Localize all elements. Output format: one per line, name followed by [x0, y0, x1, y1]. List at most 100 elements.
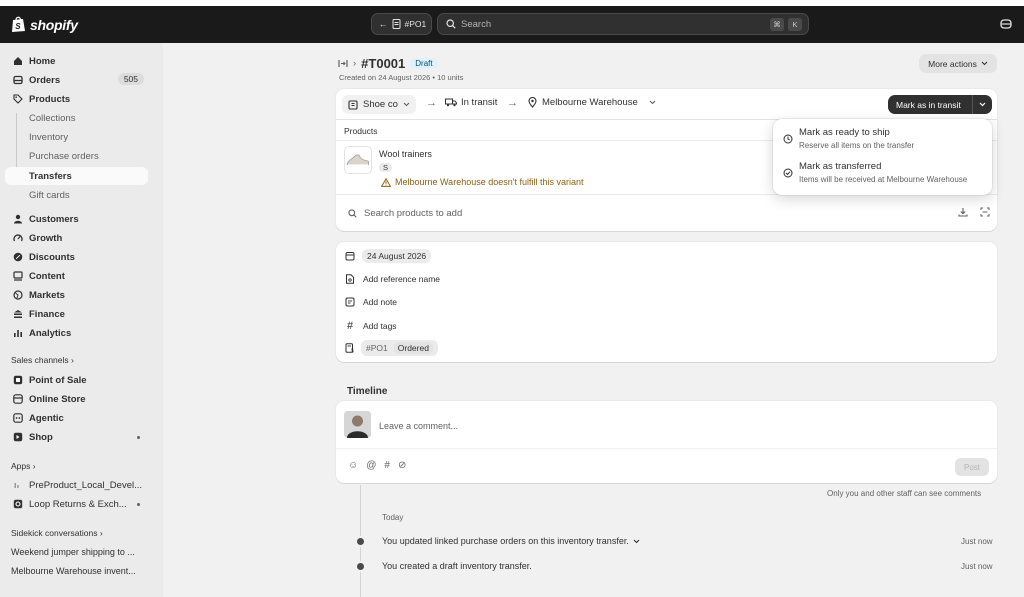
sidebar-item-discounts[interactable]: Discounts	[5, 248, 148, 266]
check-circle-icon	[783, 168, 793, 178]
sidebar-item-content[interactable]: Content	[5, 267, 148, 285]
sidebar-item-label: Shop	[29, 431, 53, 443]
origin-select[interactable]: Shoe co	[342, 95, 416, 114]
sidebar-item-home[interactable]: Home	[5, 52, 148, 70]
chevron-right-icon: ›	[99, 528, 103, 538]
breadcrumb-separator: ›	[353, 58, 357, 69]
sidekick-conversation[interactable]: Weekend jumper shipping to ...	[11, 547, 135, 557]
status-dot	[137, 503, 140, 506]
document-icon	[392, 19, 400, 29]
truck-icon	[445, 98, 457, 107]
timeline-heading: Timeline	[347, 386, 388, 397]
sidebar-item-markets[interactable]: Markets	[5, 286, 148, 304]
transfer-icon	[338, 60, 348, 67]
timeline-day: Today	[382, 513, 404, 522]
transfer-date-field[interactable]: 24 August 2026	[345, 249, 432, 263]
menu-item-title: Mark as transferred	[799, 161, 882, 172]
sidebar-subitem-inventory[interactable]: Inventory	[5, 128, 148, 146]
search-products-input[interactable]: Search products to add	[348, 208, 462, 219]
sidebar-item-agentic[interactable]: Agentic	[5, 409, 148, 427]
po-number: #PO1	[366, 343, 388, 353]
primary-action-menu-toggle[interactable]	[972, 95, 992, 114]
search-products-placeholder: Search products to add	[364, 208, 463, 219]
loop-app-icon	[12, 498, 24, 510]
post-button[interactable]: Post	[955, 458, 989, 476]
sidebar-item-customers[interactable]: Customers	[5, 210, 148, 228]
emoji-icon[interactable]: ☺	[348, 460, 358, 471]
transfer-route-bar: Shoe co → In transit → Melbourne Warehou…	[336, 89, 997, 120]
destination-select[interactable]: Melbourne Warehouse	[528, 97, 656, 108]
calendar-icon	[345, 252, 355, 261]
menu-item-mark-ready-to-ship[interactable]: Mark as ready to ship Reserve all items …	[783, 127, 988, 150]
shortcut-key-cmd: ⌘	[770, 18, 784, 31]
chevron-down-icon	[979, 102, 985, 107]
download-icon[interactable]	[958, 207, 968, 217]
shop-icon	[12, 431, 24, 443]
destination-label: Melbourne Warehouse	[542, 97, 638, 108]
sidebar-app-preproduct[interactable]: PreProduct_Local_Devel...	[5, 476, 148, 494]
sidebar-app-loop-returns[interactable]: Loop Returns & Exch...	[5, 495, 148, 513]
product-name[interactable]: Wool trainers	[379, 149, 432, 159]
add-reference-label: Add reference name	[363, 274, 441, 284]
po-pill-label: #PO1	[404, 19, 427, 29]
sidebar-item-growth[interactable]: Growth	[5, 229, 148, 247]
timeline-event[interactable]: You updated linked purchase orders on th…	[382, 536, 640, 546]
comment-input[interactable]: Leave a comment...	[379, 421, 458, 431]
global-search[interactable]: Search ⌘ K	[437, 13, 809, 35]
svg-text:$: $	[351, 349, 354, 354]
sidebar-subitem-collections[interactable]: Collections	[5, 109, 148, 127]
document-search-icon	[346, 274, 354, 284]
visibility-note: Only you and other staff can see comment…	[827, 489, 982, 498]
sidekick-label: Sidekick conversations	[11, 528, 98, 538]
linked-purchase-order[interactable]: $ #PO1 Ordered	[345, 340, 438, 356]
sidebar-item-products[interactable]: Products	[5, 90, 148, 108]
timeline-dot	[355, 536, 366, 547]
store-menu-icon[interactable]	[1000, 18, 1012, 30]
sidekick-heading[interactable]: Sidekick conversations ›	[11, 528, 103, 538]
sidebar-item-online-store[interactable]: Online Store	[5, 390, 148, 408]
timeline-event-time: Just now	[961, 562, 993, 571]
mention-icon[interactable]: @	[366, 460, 376, 471]
add-tags-button[interactable]: # Add tags	[345, 320, 397, 332]
origin-label: Shoe co	[363, 99, 398, 110]
purchase-order-icon: $	[345, 343, 354, 354]
po-status-badge: Ordered	[393, 342, 433, 354]
sidebar-item-label: Finance	[29, 308, 65, 320]
primary-action-label: Mark as in transit	[896, 99, 961, 110]
search-icon	[446, 19, 456, 29]
clock-icon	[783, 134, 793, 144]
barcode-scan-icon[interactable]	[980, 207, 990, 217]
attachment-icon[interactable]: ⊘	[398, 460, 406, 471]
page-header: › #T0001 Draft	[338, 56, 438, 71]
sidebar-subitem-transfers[interactable]: Transfers	[5, 167, 148, 185]
product-thumbnail	[344, 146, 372, 174]
hashtag-icon[interactable]: #	[384, 460, 390, 471]
app-grid-icon	[12, 479, 24, 491]
sidebar-item-orders[interactable]: Orders 505	[5, 71, 148, 89]
add-reference-button[interactable]: Add reference name	[345, 274, 440, 284]
sidebar-item-label: Home	[29, 55, 56, 67]
shortcut-key-k: K	[788, 18, 802, 31]
sidebar-item-label: Products	[29, 93, 71, 105]
sales-channels-heading[interactable]: Sales channels ›	[11, 355, 74, 365]
sidebar-subitem-gift-cards[interactable]: Gift cards	[5, 186, 148, 204]
more-actions-button[interactable]: More actions	[919, 54, 997, 73]
mark-as-in-transit-button[interactable]: Mark as in transit	[888, 95, 992, 114]
sidebar-item-analytics[interactable]: Analytics	[5, 324, 148, 342]
sidebar-item-point-of-sale[interactable]: Point of Sale	[5, 371, 148, 389]
apps-heading[interactable]: Apps ›	[11, 461, 36, 471]
sidebar-item-finance[interactable]: Finance	[5, 305, 148, 323]
sidebar-subitem-purchase-orders[interactable]: Purchase orders	[5, 147, 148, 165]
sidebar-item-shop[interactable]: Shop	[5, 428, 148, 446]
sidekick-conversation[interactable]: Melbourne Warehouse invent...	[11, 566, 136, 576]
globe-icon	[12, 289, 24, 301]
back-to-po-button[interactable]: ← #PO1	[371, 13, 432, 35]
menu-item-description: Reserve all items on the transfer	[799, 141, 915, 150]
bar-chart-icon	[12, 327, 24, 339]
po-chip: #PO1 Ordered	[361, 340, 438, 356]
chevron-down-icon	[633, 539, 640, 543]
shopify-logo[interactable]: S shopify	[11, 16, 78, 33]
add-note-label: Add note	[363, 297, 398, 307]
menu-item-mark-transferred[interactable]: Mark as transferred Items will be receiv…	[783, 161, 988, 184]
add-note-button[interactable]: Add note	[345, 297, 397, 307]
